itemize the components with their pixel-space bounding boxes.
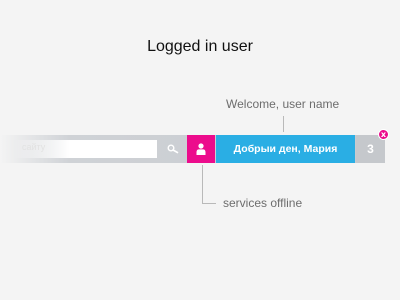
close-icon[interactable]: x [378, 129, 389, 140]
greeting-button[interactable]: Добрыи ден, Мария [216, 135, 355, 163]
welcome-callout: Welcome, user name [226, 97, 340, 111]
user-icon [196, 143, 206, 155]
search-placeholder: сайту [22, 142, 46, 152]
user-button[interactable] [187, 135, 215, 163]
page-title: Logged in user [147, 38, 253, 55]
search-button[interactable] [160, 135, 186, 163]
welcome-leader-line [283, 116, 284, 132]
offline-callout: services offline [223, 196, 303, 210]
offline-leader-tick [202, 203, 216, 204]
search-icon [167, 144, 179, 154]
offline-leader-line [202, 165, 203, 203]
search-input[interactable]: сайту [14, 140, 157, 158]
